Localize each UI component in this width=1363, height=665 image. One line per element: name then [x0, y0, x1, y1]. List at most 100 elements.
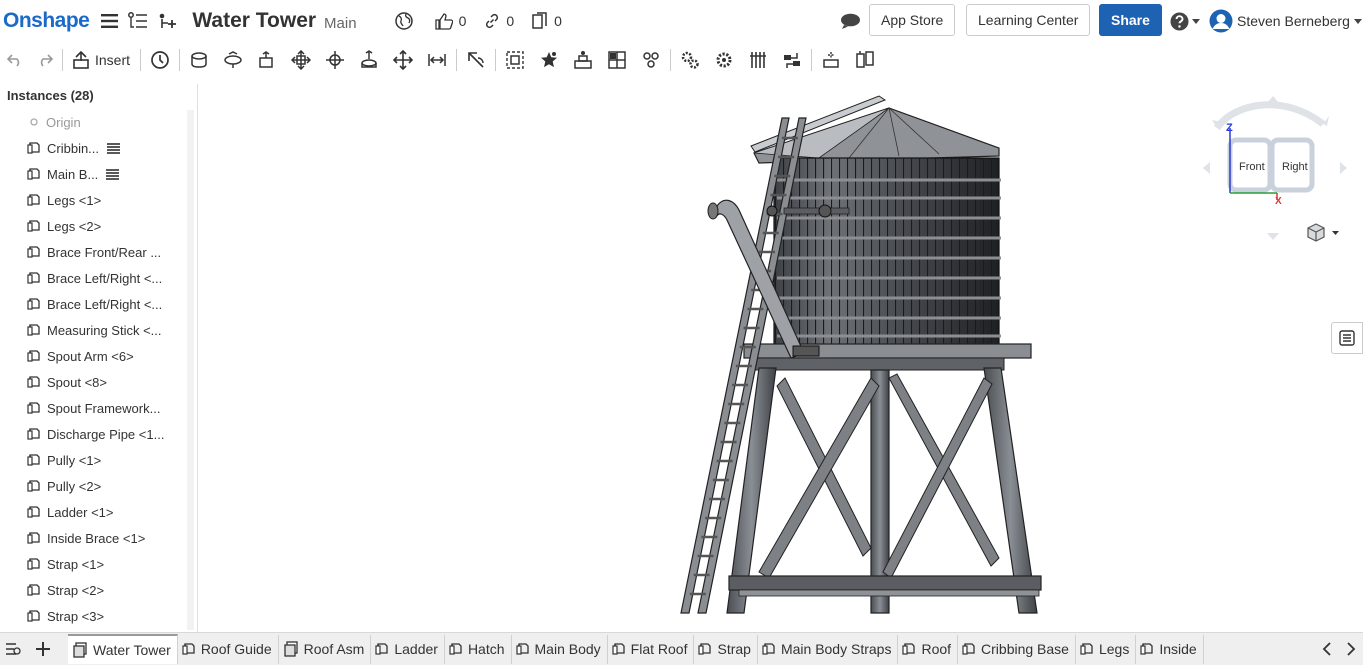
- user-menu[interactable]: Steven Berneberg: [1209, 9, 1362, 33]
- ball-mate-button[interactable]: [386, 45, 420, 75]
- pin-slot-mate-icon: [361, 50, 377, 68]
- appearance-panel-button[interactable]: [1331, 322, 1363, 354]
- document-tab[interactable]: Cribbing Base: [958, 634, 1076, 664]
- front-face-label[interactable]: Front: [1239, 161, 1265, 173]
- history-button[interactable]: [143, 45, 177, 75]
- part-instance-icon: [27, 609, 41, 623]
- onshape-logo[interactable]: Onshape: [3, 9, 90, 33]
- document-tab[interactable]: Roof Guide: [178, 634, 279, 664]
- linear-relation-button[interactable]: [775, 45, 809, 75]
- menu-icon[interactable]: [98, 6, 120, 36]
- globe-icon[interactable]: [393, 6, 415, 36]
- document-tab[interactable]: Ladder: [371, 634, 445, 664]
- help-icon[interactable]: [1168, 6, 1202, 36]
- likes-counter[interactable]: 0: [434, 12, 466, 30]
- instance-item[interactable]: Main B...: [0, 161, 186, 187]
- document-tab[interactable]: Roof: [898, 634, 959, 664]
- group-button[interactable]: [532, 45, 566, 75]
- add-tab-button[interactable]: [26, 635, 60, 664]
- instance-label: Measuring Stick <...: [47, 322, 162, 338]
- water-tower-model[interactable]: [669, 88, 1049, 623]
- mate-connector-tool-button[interactable]: [566, 45, 600, 75]
- part-instance-icon: [27, 479, 41, 493]
- flexible-subassembly-icon[interactable]: [106, 168, 120, 180]
- instance-item[interactable]: Inside Brace <1>: [0, 525, 186, 551]
- origin-item[interactable]: Origin: [0, 109, 186, 135]
- instance-item[interactable]: Strap <1>: [0, 551, 186, 577]
- right-face-label[interactable]: Right: [1282, 161, 1308, 173]
- explode-button[interactable]: [848, 45, 882, 75]
- instance-item[interactable]: Spout Arm <6>: [0, 343, 186, 369]
- tab-label: Ladder: [394, 641, 438, 657]
- instance-item[interactable]: Brace Front/Rear ...: [0, 239, 186, 265]
- instance-item[interactable]: Discharge Pipe <1...: [0, 421, 186, 447]
- measure-button[interactable]: [814, 45, 848, 75]
- document-title[interactable]: Water Tower: [192, 9, 316, 33]
- screw-relation-button[interactable]: [741, 45, 775, 75]
- parallel-mate-button[interactable]: [420, 45, 454, 75]
- instance-item[interactable]: Brace Left/Right <...: [0, 291, 186, 317]
- flexible-subassembly-icon[interactable]: [107, 142, 121, 154]
- instance-label: Pully <1>: [47, 452, 102, 468]
- part-instance-icon: [27, 583, 41, 597]
- comments-icon[interactable]: [838, 6, 862, 36]
- view-mode-icon[interactable]: [1307, 223, 1339, 242]
- gear-relation-button[interactable]: [673, 45, 707, 75]
- document-tab[interactable]: Water Tower: [68, 634, 178, 664]
- instance-item[interactable]: Measuring Stick <...: [0, 317, 186, 343]
- instance-label: Spout Arm <6>: [47, 348, 134, 364]
- document-tab[interactable]: Strap: [694, 634, 758, 664]
- pin-slot-mate-button[interactable]: [352, 45, 386, 75]
- instance-item[interactable]: Spout Framework...: [0, 395, 186, 421]
- share-button[interactable]: Share: [1099, 4, 1162, 36]
- tangent-mate-button[interactable]: [459, 45, 493, 75]
- planar-mate-button[interactable]: [284, 45, 318, 75]
- tab-manager-button[interactable]: [0, 635, 26, 664]
- document-tab[interactable]: Roof Asm: [279, 634, 372, 664]
- instance-item[interactable]: Legs <1>: [0, 187, 186, 213]
- instance-label: Spout Framework...: [47, 400, 161, 416]
- instance-item[interactable]: Spout <8>: [0, 369, 186, 395]
- mate-connector-button[interactable]: [498, 45, 532, 75]
- learning-center-button[interactable]: Learning Center: [966, 4, 1091, 36]
- tabs-scroll-left-button[interactable]: [1313, 634, 1339, 663]
- fastened-mate-button[interactable]: [182, 45, 216, 75]
- graphics-viewport[interactable]: Front Right Z X: [199, 78, 1363, 632]
- slider-mate-button[interactable]: [250, 45, 284, 75]
- replicate-button[interactable]: [600, 45, 634, 75]
- rack-pinion-button[interactable]: [707, 45, 741, 75]
- part-instance-icon: [27, 531, 41, 545]
- pattern-button[interactable]: [634, 45, 668, 75]
- redo-button[interactable]: [30, 45, 60, 75]
- revolute-mate-button[interactable]: [216, 45, 250, 75]
- instance-item[interactable]: Strap <3>: [0, 603, 186, 629]
- assembly-tab-icon: [283, 641, 299, 657]
- links-counter[interactable]: 0: [484, 13, 514, 29]
- parallel-mate-icon: [428, 54, 446, 66]
- instance-item[interactable]: Ladder <1>: [0, 499, 186, 525]
- part-instance-icon: [27, 297, 41, 311]
- cylindrical-mate-button[interactable]: [318, 45, 352, 75]
- instance-item[interactable]: Cribbin...: [0, 135, 186, 161]
- document-tab[interactable]: Hatch: [445, 634, 512, 664]
- instance-item[interactable]: Pully <2>: [0, 473, 186, 499]
- branch-name[interactable]: Main: [324, 15, 357, 32]
- app-store-button[interactable]: App Store: [869, 4, 956, 36]
- instance-item[interactable]: Brace Left/Right <...: [0, 265, 186, 291]
- instance-item[interactable]: Pully <1>: [0, 447, 186, 473]
- undo-button[interactable]: [0, 45, 30, 75]
- instance-item[interactable]: Strap <2>: [0, 577, 186, 603]
- feature-list-icon[interactable]: [126, 6, 150, 36]
- tabs-scroll-right-button[interactable]: [1338, 634, 1363, 663]
- document-tab[interactable]: Inside: [1136, 634, 1204, 664]
- copies-counter[interactable]: 0: [532, 12, 562, 30]
- insert-button[interactable]: Insert: [65, 51, 138, 69]
- document-tab[interactable]: Legs: [1076, 634, 1137, 664]
- document-tab[interactable]: Flat Roof: [608, 634, 695, 664]
- document-tab[interactable]: Main Body Straps: [758, 634, 899, 664]
- document-tab[interactable]: Main Body: [512, 634, 608, 664]
- configurations-icon[interactable]: [156, 6, 180, 36]
- view-cube[interactable]: Front Right Z X: [1195, 88, 1355, 248]
- instances-scrollbar[interactable]: [187, 110, 194, 630]
- instance-item[interactable]: Legs <2>: [0, 213, 186, 239]
